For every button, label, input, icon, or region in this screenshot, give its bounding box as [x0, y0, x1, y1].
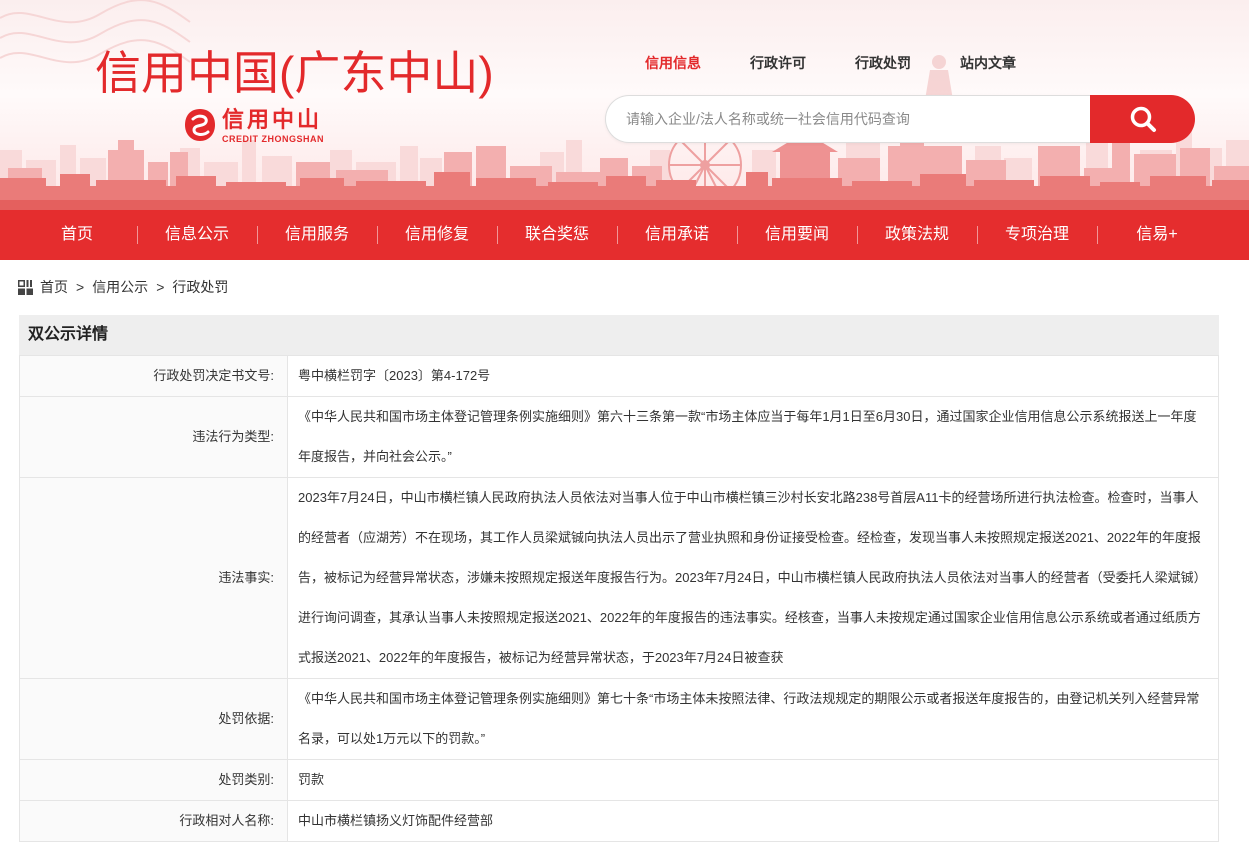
- top-link-admin-penalty[interactable]: 行政处罚: [855, 53, 911, 73]
- breadcrumb: 首页 > 信用公示 > 行政处罚: [18, 276, 228, 298]
- panel-title: 双公示详情: [19, 315, 1219, 355]
- detail-value: 《中华人民共和国市场主体登记管理条例实施细则》第六十三条第一款“市场主体应当于每…: [287, 396, 1219, 478]
- grid-icon: [18, 279, 33, 295]
- logo-name: 信用中山: [222, 107, 323, 132]
- breadcrumb-current: 行政处罚: [172, 279, 229, 295]
- search-icon: [1129, 105, 1157, 133]
- detail-value: 粤中横栏罚字〔2023〕第4-172号: [287, 355, 1219, 397]
- main-nav: 首页 信息公示 信用服务 信用修复 联合奖惩 信用承诺 信用要闻 政策法规 专项…: [0, 210, 1249, 260]
- detail-value: 罚款: [287, 759, 1219, 801]
- nav-item-special-governance[interactable]: 专项治理: [977, 210, 1097, 260]
- breadcrumb-home[interactable]: 首页: [40, 276, 68, 298]
- nav-item-credit-news[interactable]: 信用要闻: [737, 210, 857, 260]
- nav-item-joint-reward-punishment[interactable]: 联合奖惩: [497, 210, 617, 260]
- detail-label: 行政处罚决定书文号:: [19, 355, 288, 397]
- detail-label: 处罚依据:: [19, 678, 288, 760]
- top-link-credit-info[interactable]: 信用信息: [645, 53, 701, 73]
- detail-row-penalty-basis: 处罚依据: 《中华人民共和国市场主体登记管理条例实施细则》第七十条“市场主体未按…: [19, 678, 1219, 760]
- page: 信用中国(广东中山) 信用中山 CREDIT ZHONGSHAN 信用信息 行政…: [0, 0, 1249, 842]
- site-header: 信用中国(广东中山) 信用中山 CREDIT ZHONGSHAN 信用信息 行政…: [0, 0, 1249, 210]
- detail-row-decision-number: 行政处罚决定书文号: 粤中横栏罚字〔2023〕第4-172号: [19, 355, 1219, 397]
- detail-label: 行政相对人名称:: [19, 800, 288, 842]
- detail-panel: 双公示详情 行政处罚决定书文号: 粤中横栏罚字〔2023〕第4-172号 违法行…: [19, 315, 1219, 842]
- nav-item-policy-regulation[interactable]: 政策法规: [857, 210, 977, 260]
- detail-label: 处罚类别:: [19, 759, 288, 801]
- breadcrumb-credit-disclosure[interactable]: 信用公示: [92, 276, 148, 298]
- detail-table: 行政处罚决定书文号: 粤中横栏罚字〔2023〕第4-172号 违法行为类型: 《…: [19, 355, 1219, 842]
- main-nav-items: 首页 信息公示 信用服务 信用修复 联合奖惩 信用承诺 信用要闻 政策法规 专项…: [17, 210, 1217, 260]
- search-button[interactable]: [1090, 95, 1195, 143]
- detail-value: 中山市横栏镇扬义灯饰配件经营部: [287, 800, 1219, 842]
- breadcrumb-separator: >: [156, 279, 165, 295]
- detail-label: 违法事实:: [19, 477, 288, 679]
- detail-row-violation-facts: 违法事实: 2023年7月24日，中山市横栏镇人民政府执法人员依法对当事人位于中…: [19, 477, 1219, 679]
- top-link-site-articles[interactable]: 站内文章: [960, 53, 1016, 73]
- detail-row-counterparty-name: 行政相对人名称: 中山市横栏镇扬义灯饰配件经营部: [19, 800, 1219, 842]
- nav-item-xinyi-plus[interactable]: 信易+: [1097, 210, 1217, 260]
- site-logo[interactable]: 信用中山 CREDIT ZHONGSHAN: [184, 106, 334, 148]
- nav-item-credit-commitment[interactable]: 信用承诺: [617, 210, 737, 260]
- skyline-base: [0, 200, 1249, 210]
- search-input[interactable]: [605, 95, 1090, 143]
- detail-value: 2023年7月24日，中山市横栏镇人民政府执法人员依法对当事人位于中山市横栏镇三…: [287, 477, 1219, 679]
- detail-value: 《中华人民共和国市场主体登记管理条例实施细则》第七十条“市场主体未按照法律、行政…: [287, 678, 1219, 760]
- site-title[interactable]: 信用中国(广东中山): [95, 44, 494, 102]
- logo-subtitle: CREDIT ZHONGSHAN: [222, 134, 324, 144]
- nav-item-credit-repair[interactable]: 信用修复: [377, 210, 497, 260]
- credit-zhongshan-emblem-icon: [184, 107, 216, 143]
- detail-row-penalty-category: 处罚类别: 罚款: [19, 759, 1219, 801]
- nav-item-info-disclosure[interactable]: 信息公示: [137, 210, 257, 260]
- detail-label: 违法行为类型:: [19, 396, 288, 478]
- nav-item-home[interactable]: 首页: [17, 210, 137, 260]
- nav-item-credit-service[interactable]: 信用服务: [257, 210, 377, 260]
- detail-row-violation-type: 违法行为类型: 《中华人民共和国市场主体登记管理条例实施细则》第六十三条第一款“…: [19, 396, 1219, 478]
- breadcrumb-separator: >: [76, 279, 85, 295]
- top-link-admin-license[interactable]: 行政许可: [750, 53, 806, 73]
